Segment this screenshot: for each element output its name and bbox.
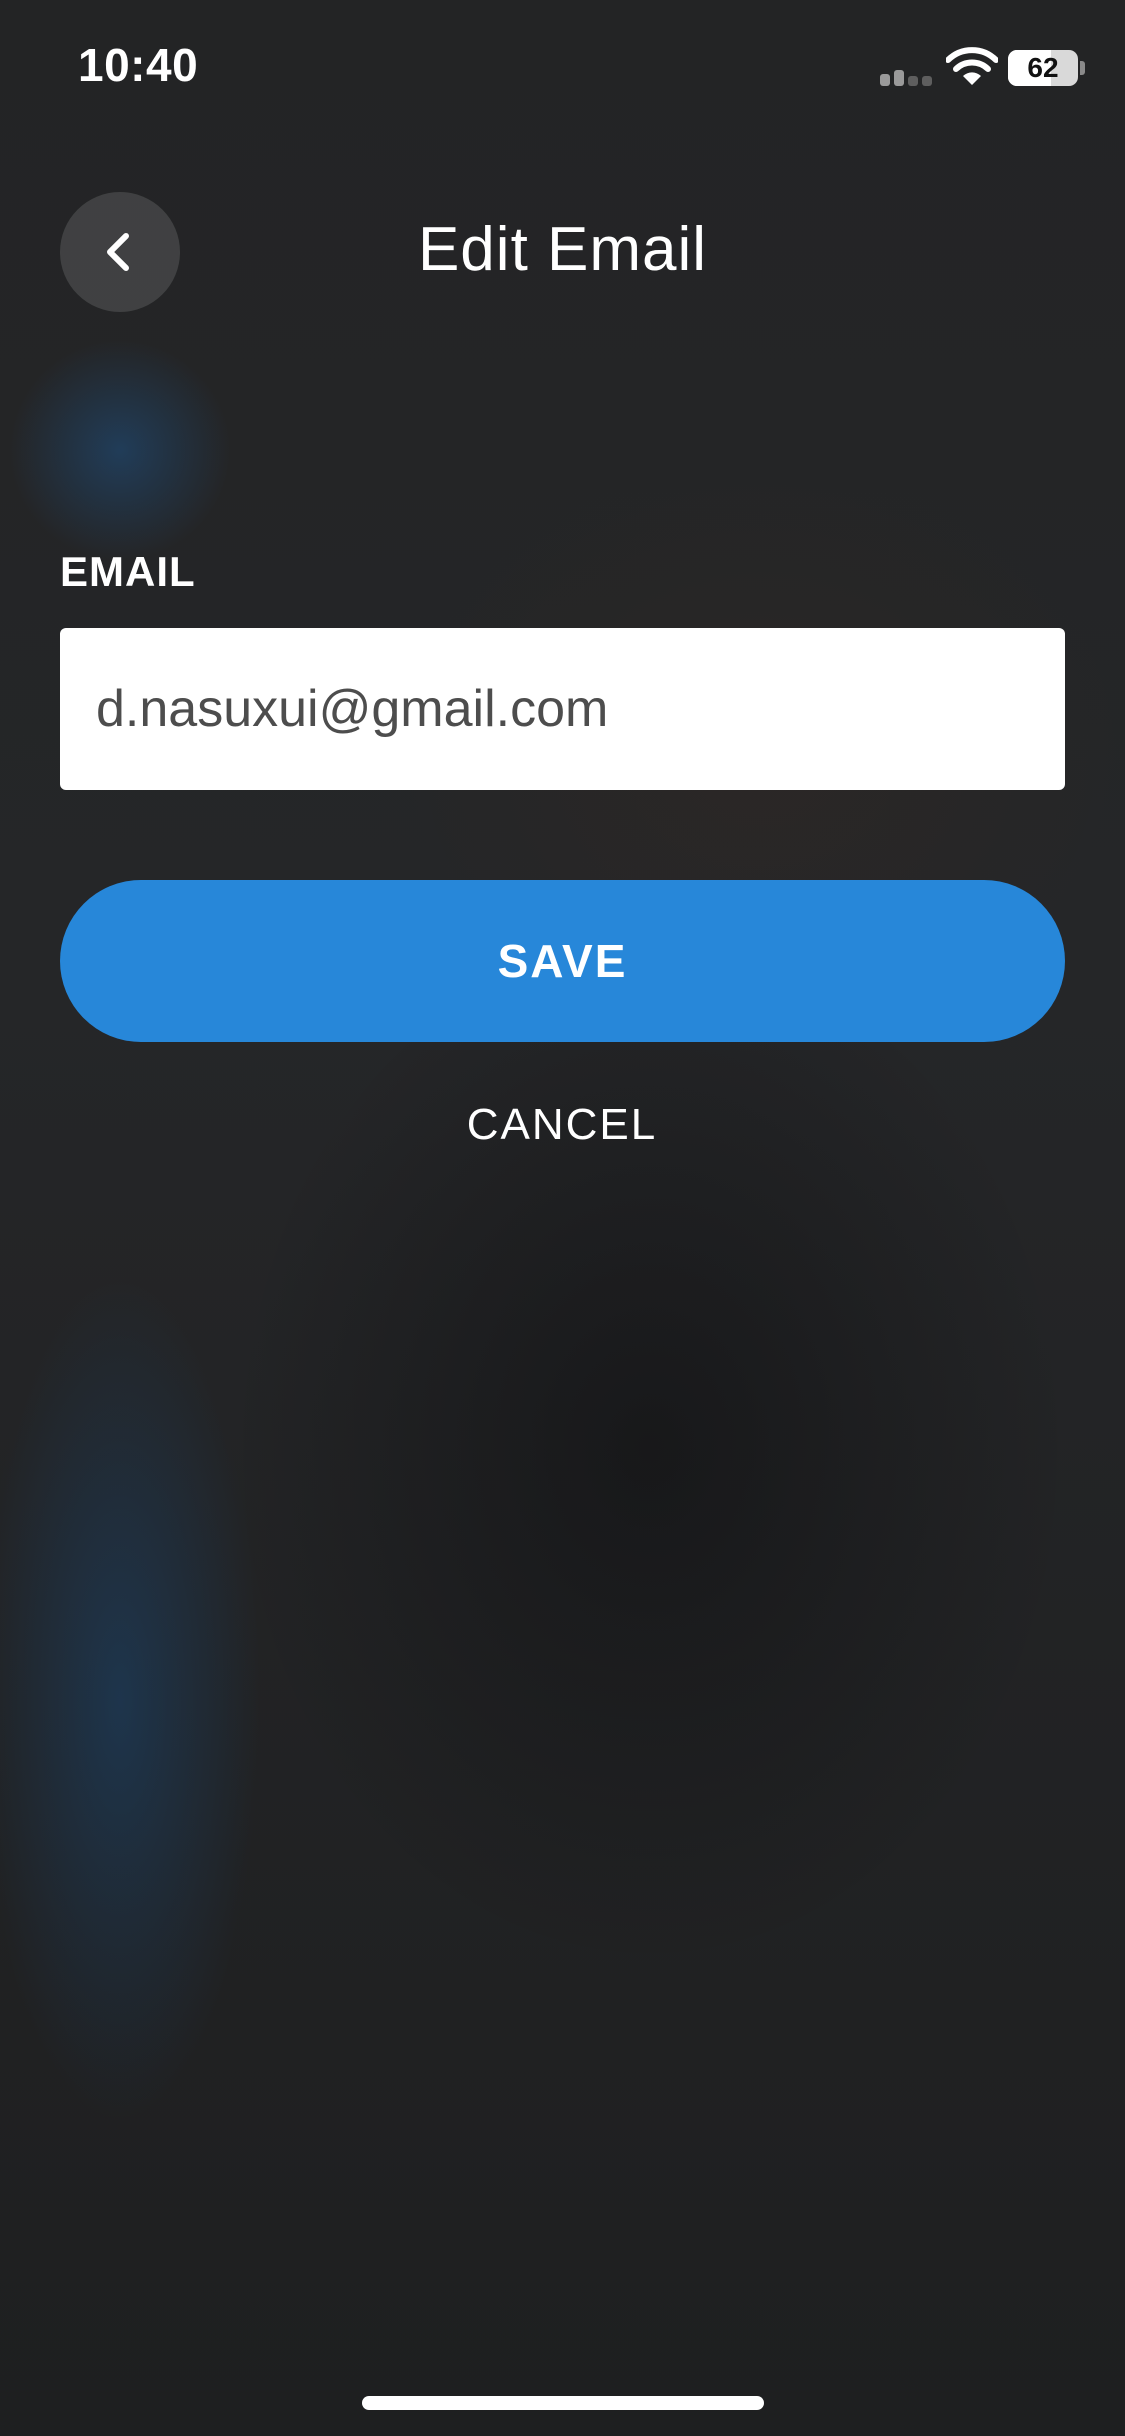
status-bar: 10:40 62 xyxy=(0,0,1125,140)
email-label: EMAIL xyxy=(60,548,196,595)
edit-email-screen: 10:40 62 Edit Email EMAIL SAVE CANCEL xyxy=(0,0,1125,2436)
email-input[interactable] xyxy=(60,628,1065,790)
battery-tip xyxy=(1080,61,1085,75)
battery-level: 62 xyxy=(1027,52,1059,83)
home-indicator[interactable] xyxy=(362,2396,764,2410)
battery-icon: 62 xyxy=(1008,50,1078,86)
cancel-button[interactable]: CANCEL xyxy=(362,1090,762,1160)
wifi-icon xyxy=(946,47,998,85)
save-button[interactable]: SAVE xyxy=(60,880,1065,1042)
status-time: 10:40 xyxy=(78,39,199,91)
cellular-signal-icon xyxy=(880,62,936,86)
page-title: Edit Email xyxy=(417,215,708,284)
